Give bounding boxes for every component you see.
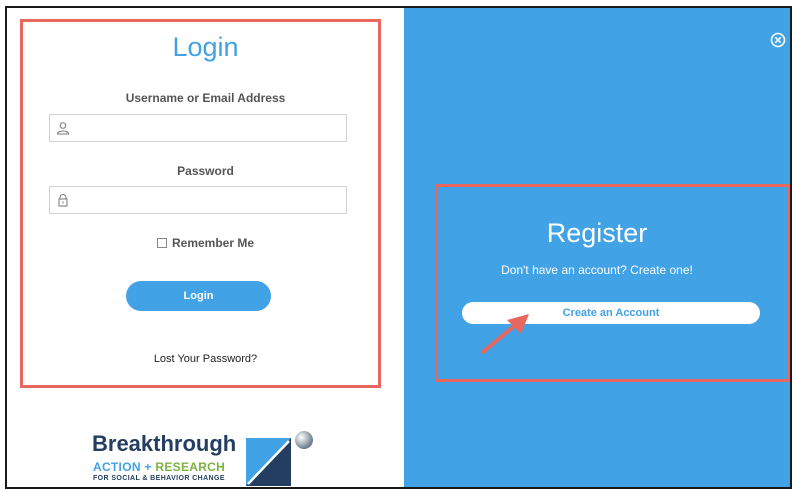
logo-line-3: FOR SOCIAL & BEHAVIOR CHANGE [93,475,225,482]
remember-me-label[interactable]: Remember Me [172,236,254,250]
close-button[interactable] [770,32,786,48]
username-field-wrapper [49,114,347,143]
register-panel: Register Don't have an account? Create o… [404,8,790,487]
register-title: Register [546,218,648,248]
password-field-wrapper [49,186,347,215]
user-icon [56,121,70,135]
annotation-arrow-icon [481,314,529,354]
login-title: Login [172,32,239,62]
login-button[interactable]: Login [126,281,271,311]
login-panel: Login Username or Email Address Password [7,8,404,487]
username-label: Username or Email Address [125,91,286,105]
remember-me-checkbox[interactable] [156,237,167,248]
breakthrough-logo: Breakthrough ACTION + RESEARCH FOR SOCIA… [92,428,322,487]
lock-icon [56,193,70,207]
password-input[interactable] [74,187,346,215]
logo-line-1: Breakthrough [92,431,237,456]
password-label: Password [177,164,234,178]
close-circle-icon [770,32,786,48]
logo-mark-icon [246,431,313,486]
lost-password-link[interactable]: Lost Your Password? [7,353,404,365]
login-register-modal: Login Username or Email Address Password [5,6,792,489]
remember-me-row: Remember Me [7,236,404,250]
register-subtitle: Don't have an account? Create one! [501,263,693,277]
username-input[interactable] [74,115,346,143]
logo-line-2: ACTION + RESEARCH [93,460,226,474]
